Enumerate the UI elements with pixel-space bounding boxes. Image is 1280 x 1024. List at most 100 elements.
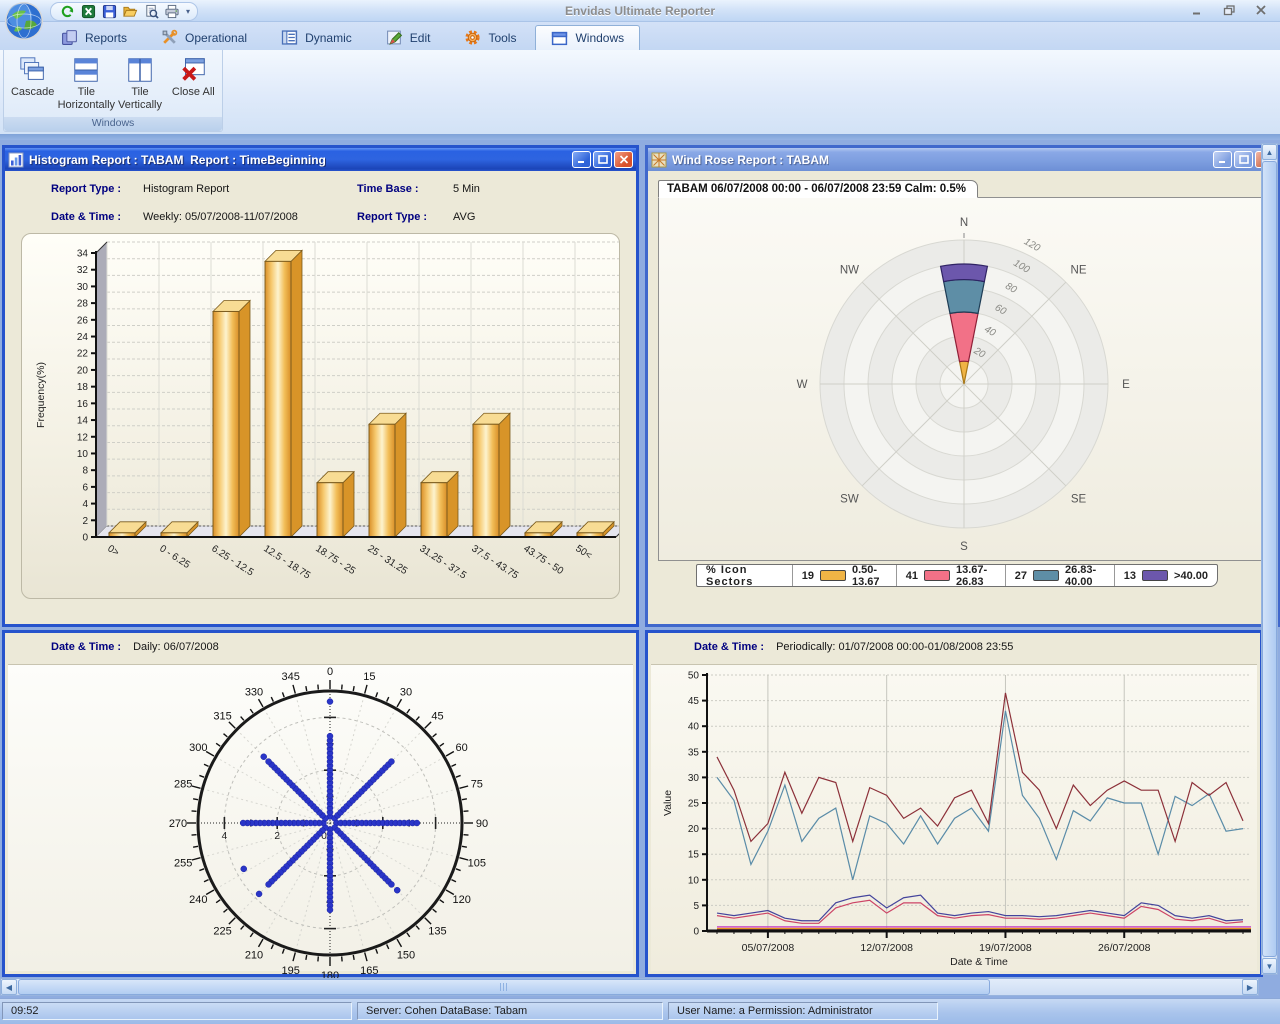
app-logo-globe-icon[interactable] [4,1,44,41]
legend-swatch [1033,570,1059,581]
operational-icon [161,29,178,46]
svg-text:45: 45 [688,696,700,707]
app-close-button[interactable] [1252,2,1270,17]
maximize-button[interactable] [593,151,612,168]
scroll-down-button[interactable]: ▼ [1262,958,1277,974]
mdi-workspace: Histogram Report : TABAM Report : TimeBe… [0,140,1280,998]
svg-text:16: 16 [77,399,89,410]
svg-text:14: 14 [77,416,89,427]
polar-scatter-chart: 0153045607590105120135150165180195210225… [8,665,639,978]
window-buttons [572,151,633,168]
mdi-vertical-scrollbar[interactable]: ▲ ▼ [1261,143,1278,975]
app-minimize-button[interactable] [1188,2,1206,17]
tab-reports[interactable]: Reports [46,25,142,50]
minimize-button[interactable] [1213,151,1232,168]
maximize-button[interactable] [1234,151,1253,168]
horizontal-scroll-thumb[interactable] [18,979,990,995]
svg-text:05/07/2008: 05/07/2008 [742,942,795,954]
cascade-button[interactable]: Cascade [6,53,59,117]
windrose-window-titlebar[interactable]: Wind Rose Report : TABAM [648,148,1277,171]
histogram-report-window: Histogram Report : TABAM Report : TimeBe… [2,145,639,627]
field-label: Date & Time : [51,211,143,223]
tab-label: Operational [185,31,247,45]
tile-horizontally-button[interactable]: Tile Horizontally [59,53,113,117]
svg-text:SW: SW [840,494,859,506]
tab-label: Dynamic [305,31,352,45]
status-clock: 09:52 [2,1002,352,1020]
svg-text:300: 300 [189,742,207,754]
svg-text:18.75 - 25: 18.75 - 25 [313,543,357,577]
svg-text:75: 75 [471,779,483,791]
windrose-series-tab[interactable]: TABAM 06/07/2008 00:00 - 06/07/2008 23:5… [658,180,978,198]
svg-text:60: 60 [456,742,468,754]
app-restore-button[interactable] [1220,2,1238,17]
field-value: Daily: 06/07/2008 [133,641,219,653]
histogram-window-icon [8,152,24,168]
svg-text:SE: SE [1071,494,1087,506]
svg-text:4: 4 [82,499,88,510]
field-value: Periodically: 01/07/2008 00:00-01/08/200… [776,641,1013,653]
button-label: Close All [172,86,215,99]
svg-text:43.75 - 50: 43.75 - 50 [521,543,565,577]
tab-edit[interactable]: Edit [371,25,446,50]
vertical-scroll-thumb[interactable] [1262,161,1277,957]
field-label: Report Type : [357,211,453,223]
svg-text:NW: NW [840,264,859,276]
svg-text:2: 2 [274,831,280,842]
tab-windows[interactable]: Windows [535,25,640,50]
svg-text:31.25 - 37.5: 31.25 - 37.5 [417,543,468,582]
svg-text:28: 28 [77,299,89,310]
svg-text:30: 30 [400,686,412,698]
field-label: Report Type : [51,183,143,195]
legend-item: 13 >40.00 [1114,565,1217,586]
ribbon-group-buttons: Cascade Tile Horizontally Tile Verticall… [4,50,222,117]
svg-text:Date & Time: Date & Time [950,956,1008,968]
tab-dynamic[interactable]: Dynamic [266,25,367,50]
legend-range: >40.00 [1174,570,1208,582]
svg-text:E: E [1122,379,1130,391]
tab-operational[interactable]: Operational [146,25,262,50]
svg-text:270: 270 [169,818,187,830]
polar-report-window: Date & Time : Daily: 06/07/2008 01530456… [2,630,639,977]
tile-vertically-button[interactable]: Tile Vertically [113,53,166,117]
histogram-3d-bar-chart: 0>0 - 6.256.25 - 12.512.5 - 18.7518.75 -… [30,237,620,595]
application-window: ▾ Envidas Ultimate Reporter Reports [0,0,1280,1024]
histogram-header-fields: Report Type : Histogram Report Time Base… [5,171,636,223]
mdi-horizontal-scrollbar[interactable]: ◀ ▶ [0,978,1259,996]
svg-text:6: 6 [82,482,88,493]
windrose-window-icon [651,152,667,168]
svg-text:20: 20 [688,824,700,835]
histogram-window-titlebar[interactable]: Histogram Report : TABAM Report : TimeBe… [5,148,636,171]
svg-text:4: 4 [222,831,228,842]
svg-text:Frequency(%): Frequency(%) [35,362,47,428]
close-button[interactable] [614,151,633,168]
cascade-icon [18,55,48,85]
close-all-button[interactable]: Close All [167,53,220,117]
app-title: Envidas Ultimate Reporter [0,4,1280,18]
svg-text:37.5 - 43.75: 37.5 - 43.75 [469,543,520,582]
tab-tools[interactable]: Tools [449,25,531,50]
tab-label: Windows [575,31,624,45]
svg-text:W: W [797,379,808,391]
scroll-up-button[interactable]: ▲ [1262,144,1277,160]
scroll-right-button[interactable]: ▶ [1242,979,1258,995]
trend-header: Date & Time : Periodically: 01/07/2008 0… [648,633,1260,661]
svg-text:30: 30 [688,773,700,784]
legend-item: 19 0.50-13.67 [792,565,896,586]
svg-text:2: 2 [82,516,88,527]
svg-text:35: 35 [688,747,700,758]
svg-text:26: 26 [77,315,89,326]
svg-text:0: 0 [82,533,88,544]
tools-gear-icon [464,29,481,46]
svg-text:180: 180 [321,970,339,978]
svg-text:26/07/2008: 26/07/2008 [1098,942,1151,954]
legend-count: 27 [1015,570,1027,582]
svg-text:285: 285 [174,779,192,791]
button-label: Tile Vertically [113,86,166,111]
svg-text:19/07/2008: 19/07/2008 [979,942,1032,954]
svg-text:24: 24 [77,332,89,343]
minimize-button[interactable] [572,151,591,168]
svg-text:12/07/2008: 12/07/2008 [860,942,913,954]
svg-text:120: 120 [1022,236,1042,254]
scroll-left-button[interactable]: ◀ [1,979,17,995]
